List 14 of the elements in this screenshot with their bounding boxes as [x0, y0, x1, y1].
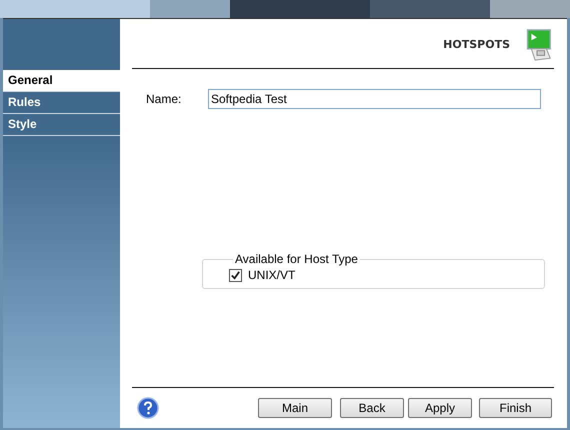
sidebar-item[interactable]: General: [3, 70, 120, 92]
dialog-button[interactable]: Finish: [479, 398, 552, 418]
name-field[interactable]: Softpedia Test: [208, 89, 541, 109]
dialog-button[interactable]: Back: [340, 398, 404, 418]
dialog-button[interactable]: Apply: [408, 398, 472, 418]
group-title: Available for Host Type: [234, 252, 359, 266]
dialog-button[interactable]: Main: [258, 398, 332, 418]
name-label: Name:: [145, 92, 182, 106]
sidebar-item[interactable]: Style: [3, 114, 120, 136]
checkbox[interactable]: [229, 268, 242, 282]
sidebar-item[interactable]: Rules: [3, 92, 120, 114]
page-title: HOTSPOTS: [443, 38, 510, 51]
help-icon[interactable]: [137, 397, 159, 419]
option-label: UNIX/VT: [248, 268, 296, 282]
